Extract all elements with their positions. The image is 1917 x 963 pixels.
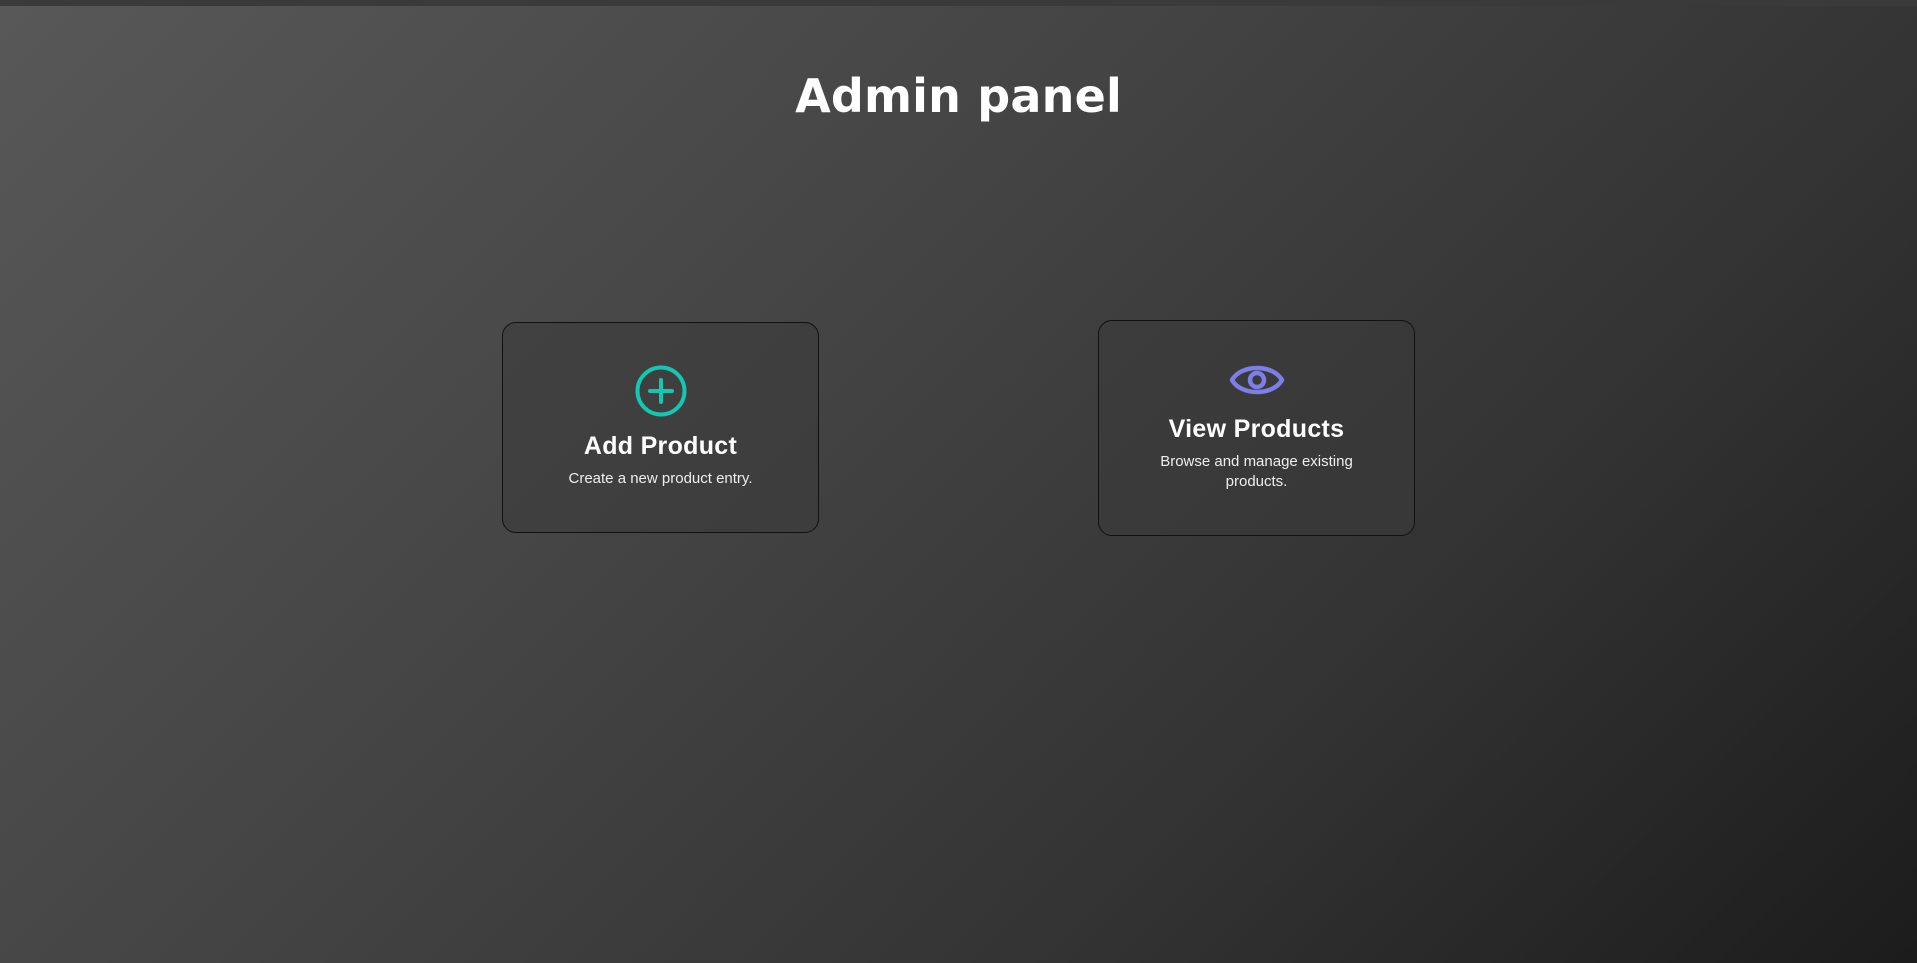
view-products-title: View Products (1168, 415, 1345, 443)
view-products-description: Browse and manage existing products. (1160, 453, 1353, 490)
plus-circle-icon (635, 365, 686, 417)
top-strip (0, 0, 1917, 6)
view-products-card[interactable]: View Products Browse and manage existing… (1098, 320, 1415, 536)
add-product-title: Add Product (583, 432, 738, 460)
page-title: Admin panel (795, 69, 1122, 123)
eye-icon (1229, 365, 1284, 395)
add-product-card[interactable]: Add Product Create a new product entry. (502, 322, 819, 533)
add-product-description: Create a new product entry. (568, 470, 753, 487)
